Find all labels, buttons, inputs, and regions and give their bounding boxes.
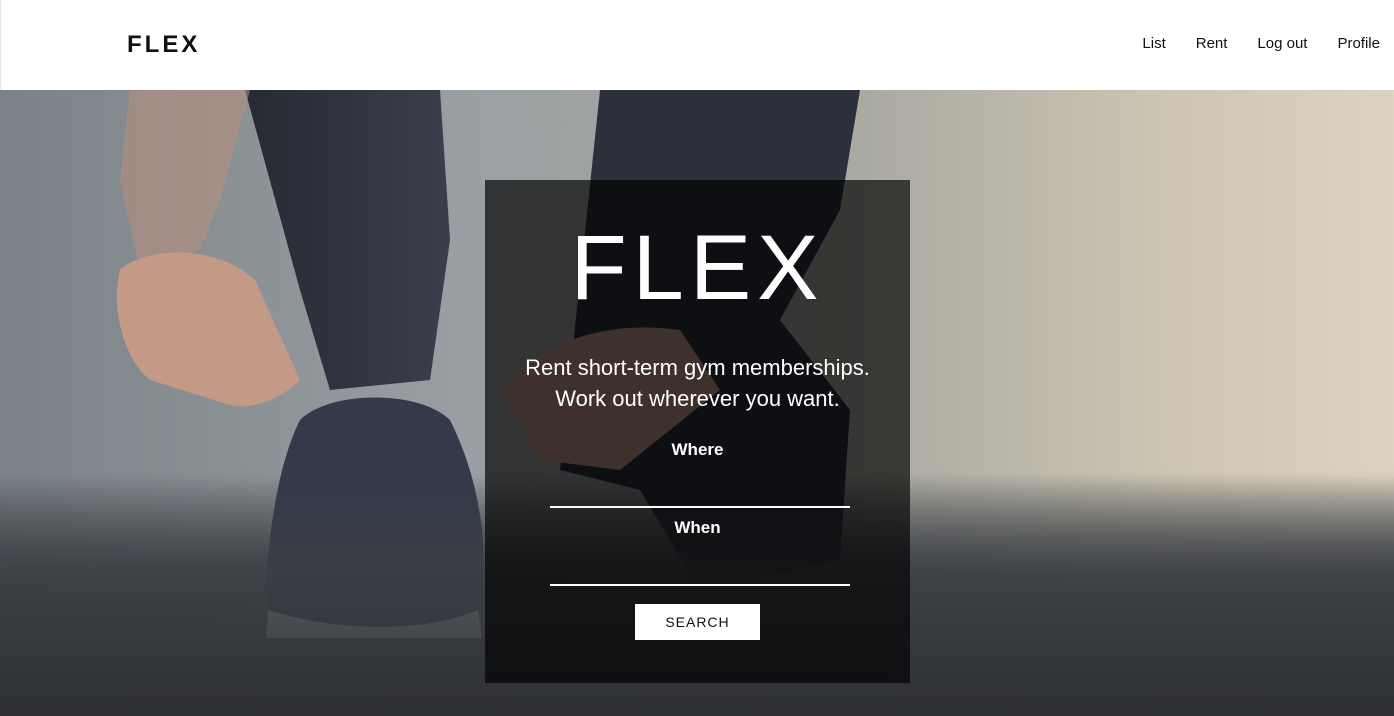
brand-logo[interactable]: FLEX <box>127 30 200 60</box>
tagline-line-2: Work out wherever you want. <box>555 386 840 411</box>
where-input[interactable] <box>550 480 850 508</box>
hero-section: FLEX Rent short-term gym memberships. Wo… <box>0 90 1394 716</box>
search-panel: FLEX Rent short-term gym memberships. Wo… <box>485 180 910 683</box>
when-input[interactable] <box>550 558 850 586</box>
nav-rent-link[interactable]: Rent <box>1196 34 1228 54</box>
nav-logout-link[interactable]: Log out <box>1257 34 1307 54</box>
nav-list-link[interactable]: List <box>1142 34 1165 54</box>
nav-profile-link[interactable]: Profile <box>1337 34 1380 54</box>
hero-title: FLEX <box>570 217 825 319</box>
where-label: Where <box>671 440 724 459</box>
when-label: When <box>674 518 721 537</box>
tagline-line-1: Rent short-term gym memberships. <box>525 355 870 380</box>
top-navbar: FLEX List Rent Log out Profile <box>0 0 1394 90</box>
hero-tagline: Rent short-term gym memberships. Work ou… <box>485 352 910 414</box>
main-nav: List Rent Log out Profile <box>1112 34 1380 54</box>
search-button[interactable]: SEARCH <box>635 604 760 640</box>
